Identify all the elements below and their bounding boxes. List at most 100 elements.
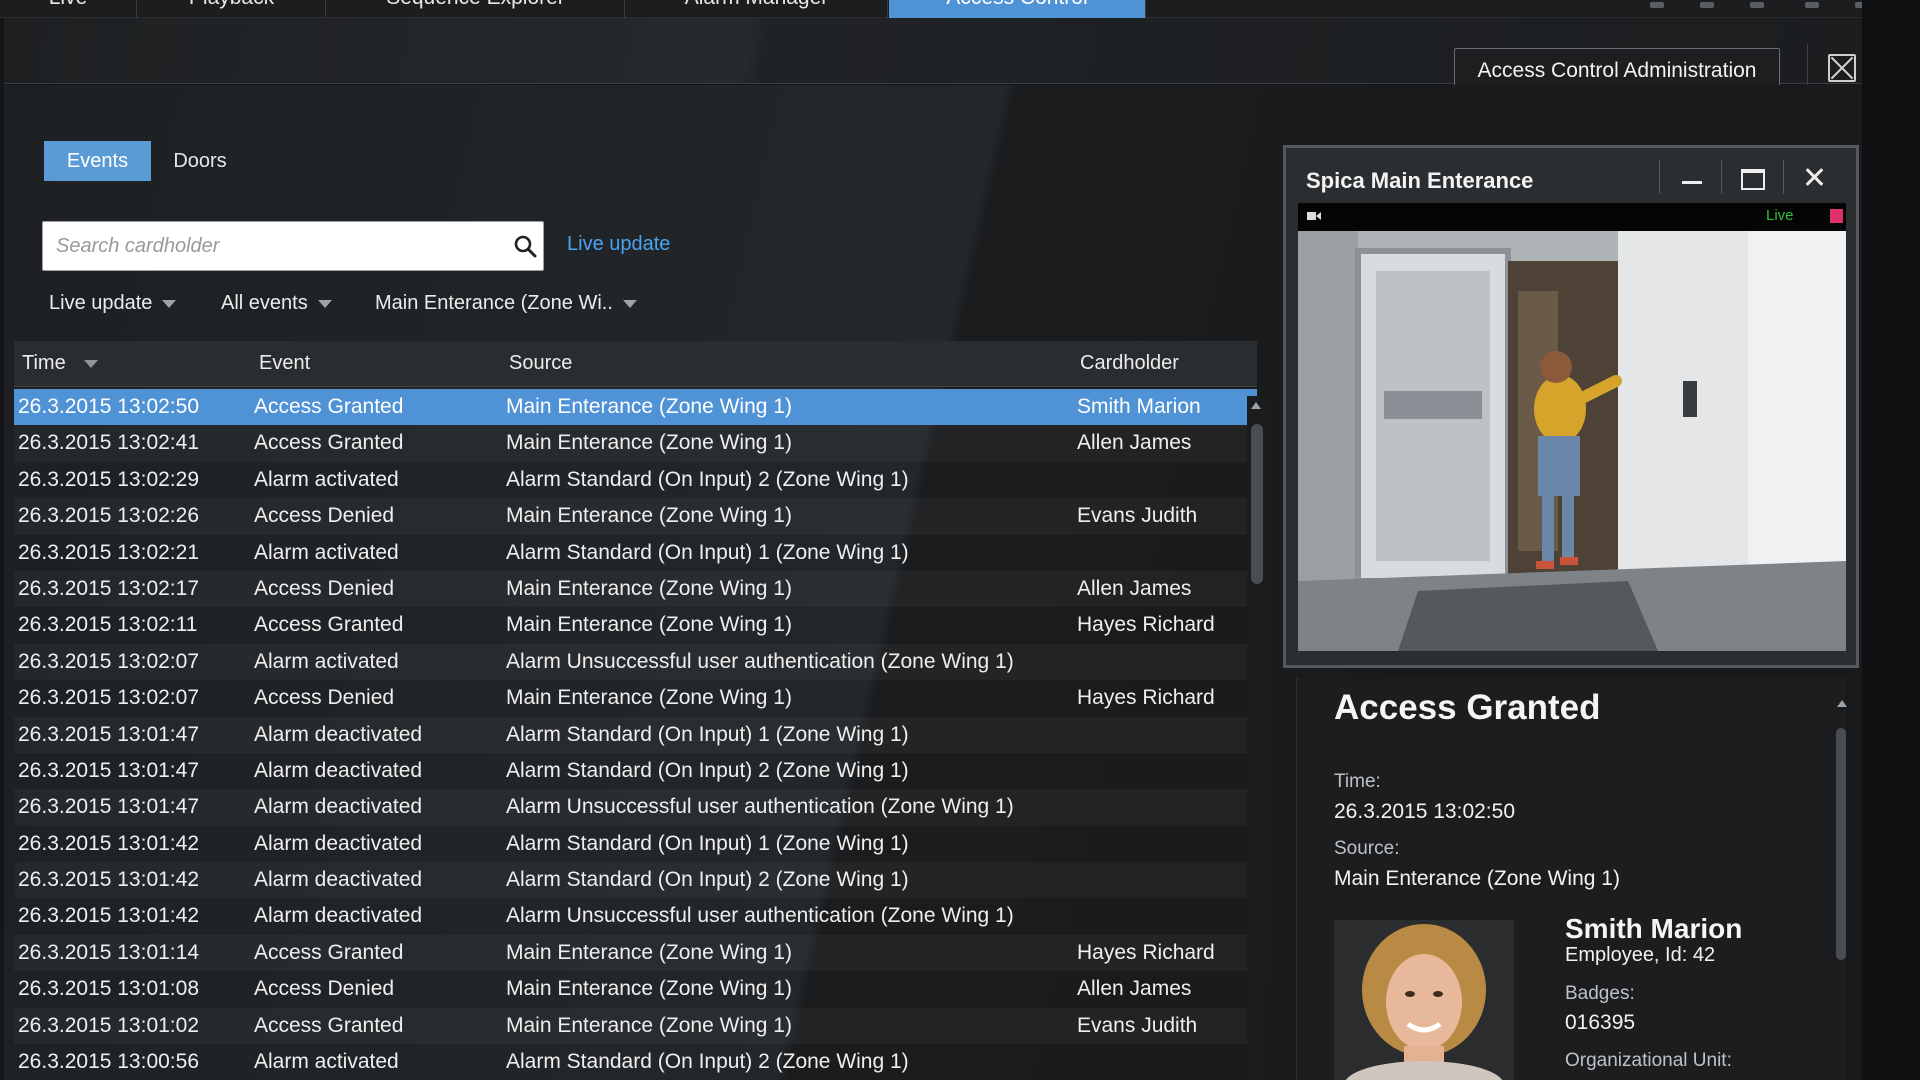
cell-source: Main Enterance (Zone Wing 1) [506, 576, 792, 600]
table-row[interactable]: 26.3.2015 13:01:47 Alarm deactivated Alarm… [14, 753, 1257, 789]
cell-time: 26.3.2015 13:00:56 [18, 1050, 200, 1074]
time-value: 26.3.2015 13:02:50 [1334, 800, 1516, 823]
cell-source: Alarm Standard (On Input) 1 (Zone Wing 1… [506, 540, 909, 564]
video-status-bar: Live [1298, 203, 1846, 231]
update-mode-dropdown[interactable]: Live update [49, 292, 177, 320]
camera-feed-image[interactable] [1298, 231, 1846, 651]
user-icon[interactable] [1650, 2, 1664, 8]
cell-time: 26.3.2015 13:01:47 [18, 722, 200, 746]
cell-cardholder: Allen James [1077, 576, 1192, 600]
help-icon[interactable] [1805, 2, 1819, 8]
cell-source: Main Enterance (Zone Wing 1) [506, 395, 792, 418]
cell-cardholder: Hayes Richard [1077, 613, 1215, 637]
table-row[interactable]: 26.3.2015 13:02:26 Access Denied Main Ente… [14, 498, 1257, 534]
screen-edge [1862, 0, 1920, 1080]
cell-source: Alarm Standard (On Input) 2 (Zone Wing 1… [506, 467, 909, 491]
table-row[interactable]: 26.3.2015 13:00:56 Alarm activated Alarm S… [14, 1044, 1257, 1080]
cell-time: 26.3.2015 13:01:42 [18, 831, 200, 855]
cell-source: Alarm Standard (On Input) 1 (Zone Wing 1… [506, 831, 909, 855]
cell-event: Access Granted [254, 613, 404, 637]
cell-cardholder: Hayes Richard [1077, 940, 1215, 964]
table-row[interactable]: 26.3.2015 13:01:47 Alarm deactivated Alarm… [14, 717, 1257, 753]
table-row[interactable]: 26.3.2015 13:01:14 Access Granted Main Ent… [14, 935, 1257, 971]
cell-event: Alarm activated [254, 467, 399, 491]
event-type-dropdown[interactable]: All events [221, 292, 332, 320]
scrollbar-thumb[interactable] [1836, 728, 1846, 960]
cell-event: Alarm deactivated [254, 831, 423, 855]
detail-scrollbar[interactable] [1836, 678, 1847, 1080]
events-table: Time Event Source Cardholder 26.3.2015 1… [14, 341, 1257, 1080]
cell-event: Access Granted [254, 1013, 404, 1037]
tab-sequence-explorer[interactable]: Sequence Explorer [327, 0, 625, 18]
cell-source: Alarm Standard (On Input) 2 (Zone Wing 1… [506, 868, 909, 892]
source-dropdown[interactable]: Main Enterance (Zone Wi.. [375, 292, 637, 320]
table-row[interactable]: 26.3.2015 13:01:42 Alarm deactivated Alarm… [14, 898, 1257, 934]
tab-doors[interactable]: Doors [160, 141, 240, 181]
tab-live[interactable]: Live [0, 0, 137, 18]
cell-cardholder: Allen James [1077, 977, 1192, 1001]
cell-event: Access Denied [254, 977, 395, 1001]
close-icon[interactable] [1783, 160, 1843, 194]
cell-time: 26.3.2015 13:02:50 [18, 395, 200, 418]
column-header-time[interactable]: Time [22, 352, 98, 375]
source-label: Source: [1334, 838, 1400, 859]
live-indicator: Live [1766, 207, 1794, 224]
cell-source: Main Enterance (Zone Wing 1) [506, 504, 792, 528]
table-row[interactable]: 26.3.2015 13:02:29 Alarm activated Alarm S… [14, 462, 1257, 498]
column-header-time-label: Time [22, 352, 66, 374]
column-header-source[interactable]: Source [509, 352, 572, 375]
table-row[interactable]: 26.3.2015 13:01:47 Alarm deactivated Alarm… [14, 789, 1257, 825]
fullscreen-toggle-icon[interactable] [1828, 54, 1856, 82]
cell-source: Alarm Unsuccessful user authentication (… [506, 649, 1014, 673]
settings-icon[interactable] [1750, 2, 1764, 8]
table-row[interactable]: 26.3.2015 13:01:08 Access Denied Main Ente… [14, 971, 1257, 1007]
minimize-icon[interactable] [1659, 160, 1719, 194]
tab-access-control[interactable]: Access Control [889, 0, 1146, 18]
column-header-cardholder[interactable]: Cardholder [1080, 352, 1179, 375]
table-row[interactable]: 26.3.2015 13:02:07 Alarm activated Alarm U… [14, 644, 1257, 680]
table-row[interactable]: 26.3.2015 13:01:42 Alarm deactivated Alarm… [14, 862, 1257, 898]
cell-time: 26.3.2015 13:02:17 [18, 576, 200, 600]
search-icon[interactable] [513, 234, 537, 258]
chevron-down-icon [317, 299, 332, 308]
cell-cardholder: Smith Marion [1077, 395, 1201, 418]
cell-source: Alarm Standard (On Input) 1 (Zone Wing 1… [506, 722, 909, 746]
cell-event: Access Denied [254, 686, 395, 710]
search-cardholder-input[interactable] [43, 222, 493, 270]
table-row[interactable]: 26.3.2015 13:01:02 Access Granted Main Ent… [14, 1008, 1257, 1044]
status-icon[interactable] [1700, 2, 1714, 8]
cell-time: 26.3.2015 13:02:26 [18, 504, 200, 528]
table-row[interactable]: 26.3.2015 13:02:50 Access Granted Main Ent… [14, 389, 1257, 426]
column-header-event[interactable]: Event [259, 352, 310, 375]
table-body: 26.3.2015 13:02:50 Access Granted Main Ent… [14, 389, 1257, 1080]
recording-indicator [1830, 209, 1843, 223]
cell-time: 26.3.2015 13:02:21 [18, 540, 200, 564]
time-label: Time: [1334, 771, 1381, 792]
table-scrollbar[interactable] [1247, 396, 1267, 1080]
cell-event: Alarm deactivated [254, 758, 423, 782]
tab-alarm-manager[interactable]: Alarm Manager [626, 0, 888, 18]
cell-source: Alarm Standard (On Input) 2 (Zone Wing 1… [506, 1050, 909, 1074]
scroll-up-icon[interactable] [1837, 700, 1847, 707]
camera-icon [1307, 212, 1321, 220]
cell-time: 26.3.2015 13:02:11 [18, 613, 198, 637]
cell-time: 26.3.2015 13:01:14 [18, 940, 200, 964]
maximize-icon[interactable] [1721, 160, 1781, 194]
cell-time: 26.3.2015 13:01:47 [18, 795, 200, 819]
table-row[interactable]: 26.3.2015 13:02:17 Access Denied Main Ente… [14, 571, 1257, 607]
scroll-up-icon[interactable] [1251, 402, 1261, 409]
tab-events[interactable]: Events [44, 141, 151, 181]
cell-source: Main Enterance (Zone Wing 1) [506, 686, 792, 710]
table-row[interactable]: 26.3.2015 13:02:11 Access Granted Main Ent… [14, 607, 1257, 643]
cell-source: Alarm Standard (On Input) 2 (Zone Wing 1… [506, 758, 909, 782]
table-row[interactable]: 26.3.2015 13:02:21 Alarm activated Alarm S… [14, 535, 1257, 571]
tab-playback[interactable]: Playback [138, 0, 326, 18]
scrollbar-thumb[interactable] [1251, 424, 1263, 584]
cell-event: Access Denied [254, 576, 395, 600]
table-row[interactable]: 26.3.2015 13:02:41 Access Granted Main Ent… [14, 425, 1257, 461]
cell-source: Main Enterance (Zone Wing 1) [506, 431, 792, 455]
table-row[interactable]: 26.3.2015 13:01:42 Alarm deactivated Alarm… [14, 826, 1257, 862]
cell-source: Alarm Unsuccessful user authentication (… [506, 795, 1014, 819]
table-row[interactable]: 26.3.2015 13:02:07 Access Denied Main Ente… [14, 680, 1257, 716]
live-update-link[interactable]: Live update [567, 233, 670, 256]
